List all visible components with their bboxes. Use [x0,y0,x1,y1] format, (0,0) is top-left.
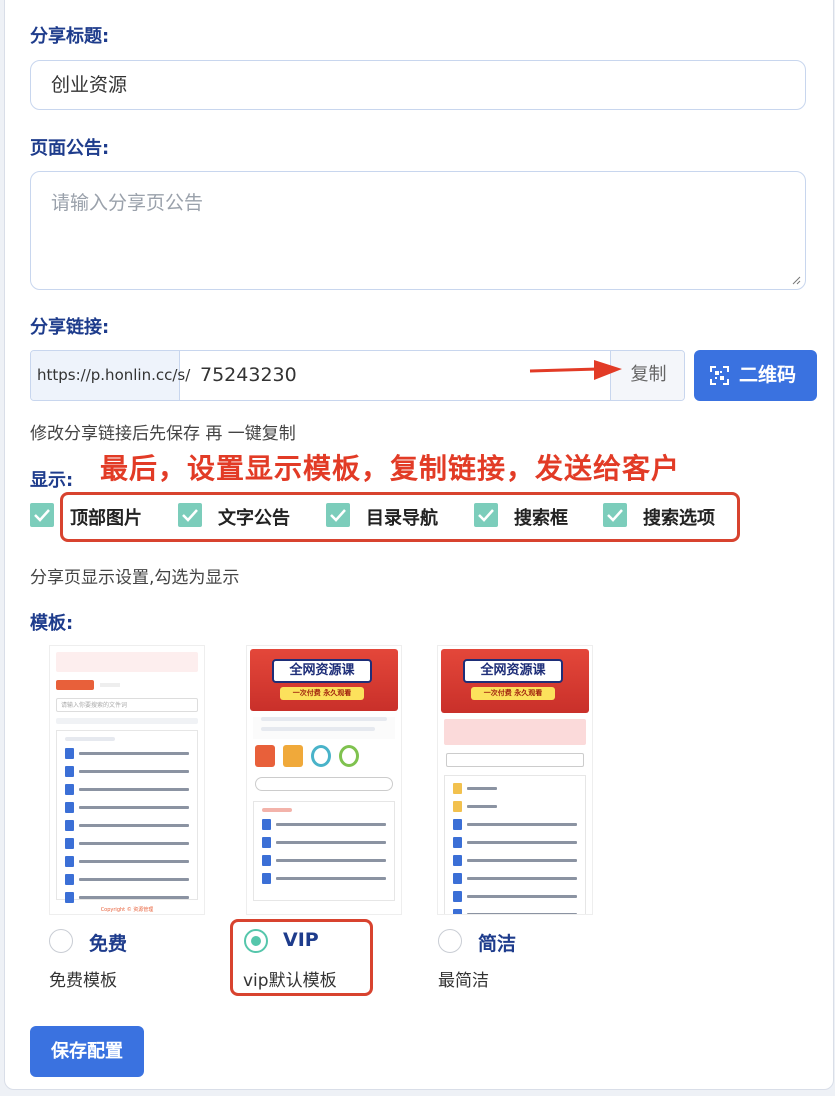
template-thumb-vip[interactable]: 全网资源课 一次付费 永久观看 [246,645,402,915]
share-link-prefix: https://p.honlin.cc/s/ [31,351,190,400]
qrcode-button-label: 二维码 [739,364,797,386]
template-thumb-free[interactable]: 请输入你要搜索的文件词 Copyright © 资源管理 [49,645,205,915]
arrow-annotation-icon [529,360,622,380]
check-icon [607,509,623,522]
template-name-simple[interactable]: 简洁 [478,929,516,956]
checkbox-search-box[interactable] [474,503,498,527]
template-desc-vip: vip默认模板 [243,971,337,991]
qrcode-button[interactable]: 二维码 [694,350,817,401]
thumb-search-placeholder: 请输入你要搜索的文件词 [61,702,128,709]
share-link-label: 分享链接: [30,317,110,338]
notice-placeholder: 请输入分享页公告 [51,192,204,214]
template-thumb-simple[interactable]: 全网资源课 一次付费 永久观看 [437,645,593,915]
checkbox-label-top-image[interactable]: 顶部图片 [70,504,142,530]
checkbox-label-catalog-nav[interactable]: 目录导航 [366,504,438,530]
template-name-free[interactable]: 免费 [89,929,127,956]
checkbox-label-search-box[interactable]: 搜索框 [514,504,568,530]
radio-template-simple[interactable] [438,929,462,953]
save-button[interactable]: 保存配置 [30,1026,144,1077]
checkbox-catalog-nav[interactable] [326,503,350,527]
radio-template-vip[interactable] [244,929,268,953]
checkbox-text-notice[interactable] [178,503,202,527]
settings-card [4,0,834,1090]
template-desc-simple: 最简洁 [438,971,489,991]
qrcode-icon [710,366,729,385]
template-desc-free: 免费模板 [49,971,117,991]
radio-template-free[interactable] [49,929,73,953]
share-title-label: 分享标题: [30,26,110,47]
checkbox-search-options[interactable] [603,503,627,527]
thumb-banner-title: 全网资源课 [272,659,372,683]
thumb-copyright: Copyright © 资源管理 [100,907,154,913]
checkbox-label-search-options[interactable]: 搜索选项 [643,504,715,530]
share-title-input[interactable]: 创业资源 [30,60,806,110]
template-name-vip[interactable]: VIP [283,929,319,951]
checkbox-top-image[interactable] [30,503,54,527]
templates-label: 模板: [30,613,74,634]
check-icon [182,509,198,522]
share-link-hint: 修改分享链接后先保存 再 一键复制 [30,424,296,444]
display-hint: 分享页显示设置,勾选为显示 [30,568,240,588]
check-icon [330,509,346,522]
display-label: 显示: [30,470,74,491]
check-icon [478,509,494,522]
thumb-banner-title-simple: 全网资源课 [463,659,563,683]
annotation-text: 最后，设置显示模板，复制链接，发送给客户 [100,452,681,485]
check-icon [34,509,50,522]
notice-textarea[interactable]: 请输入分享页公告 [30,171,806,290]
notice-label: 页面公告: [30,138,110,159]
checkbox-label-text-notice[interactable]: 文字公告 [218,504,290,530]
thumb-banner-subtitle: 一次付费 永久观看 [280,687,364,700]
resize-handle-icon[interactable] [791,275,801,285]
thumb-banner-subtitle-simple: 一次付费 永久观看 [471,687,555,700]
